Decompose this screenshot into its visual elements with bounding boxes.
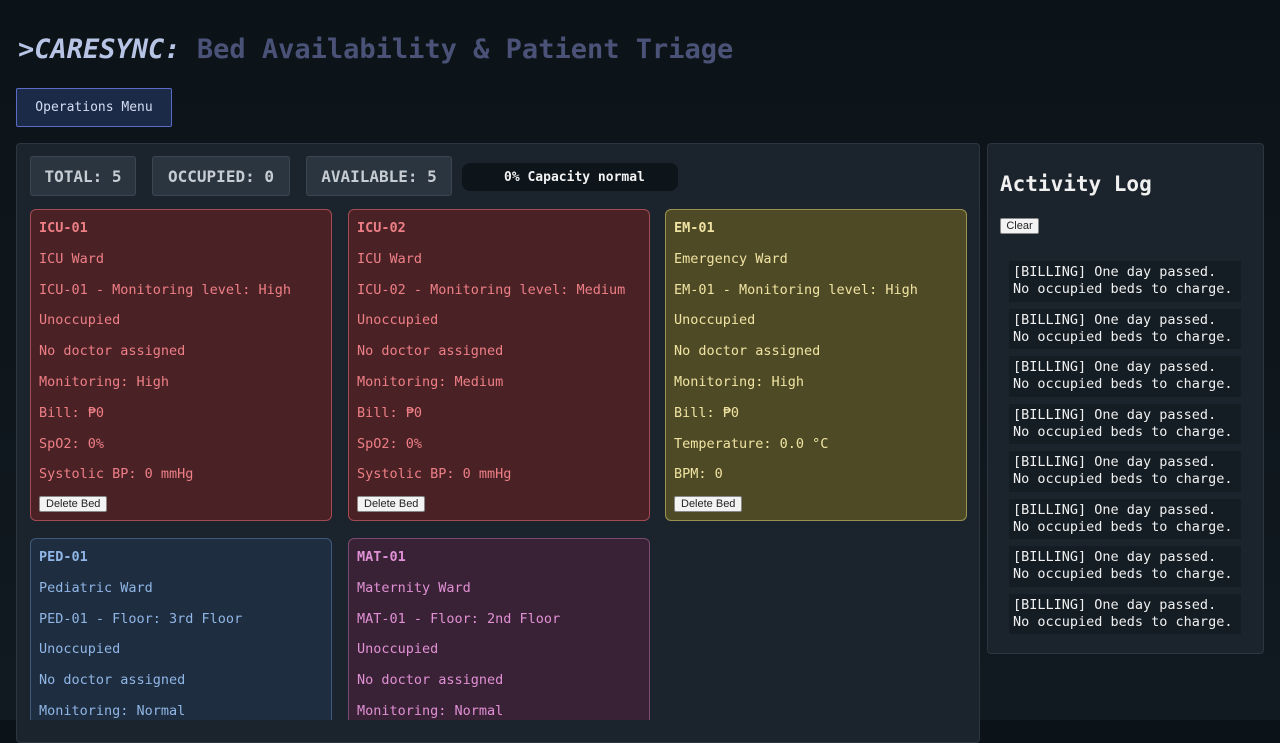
log-entry: [BILLING] One day passed. No occupied be… [1009,498,1241,539]
bed-detail: PED-01 - Floor: 3rd Floor [39,610,243,627]
bed-vital-bp: Systolic BP: 0 mmHg [39,466,194,483]
bed-monitoring: Monitoring: Normal [39,702,186,719]
brand-name: >CARESYNC: [18,34,181,65]
bed-card-icu-02: ICU-02 ICU Ward ICU-02 - Monitoring leve… [348,209,650,521]
bed-vital-spo2: SpO2: 0% [357,435,423,452]
activity-log-title: Activity Log [1000,172,1152,196]
bed-bill: Bill: ₱0 [39,404,105,421]
log-entry: [BILLING] One day passed. No occupied be… [1009,356,1241,397]
clear-log-button[interactable]: Clear [1000,218,1039,234]
bed-id: PED-01 [39,549,88,565]
bed-monitoring: Monitoring: High [674,373,805,390]
page-subtitle: Bed Availability & Patient Triage [196,34,734,65]
delete-bed-button[interactable]: Delete Bed [357,496,426,513]
bed-status: Unoccupied [674,312,756,329]
bed-vital-temperature: Temperature: 0.0 °C [674,435,829,452]
log-entry: [BILLING] One day passed. No occupied be… [1009,308,1241,349]
bed-ward: Pediatric Ward [39,579,153,596]
bed-ward: Maternity Ward [357,579,471,596]
page-title: >CARESYNC: Bed Availability & Patient Tr… [18,34,733,65]
delete-bed-button[interactable]: Delete Bed [674,496,743,513]
activity-log-list[interactable]: [BILLING] One day passed. No occupied be… [1009,261,1241,641]
log-entry: [BILLING] One day passed. No occupied be… [1009,593,1241,634]
bed-vital-bp: Systolic BP: 0 mmHg [357,466,512,483]
bed-ward: ICU Ward [357,250,423,267]
bed-status: Unoccupied [357,641,439,658]
bed-card-mat-01: MAT-01 Maternity Ward MAT-01 - Floor: 2n… [348,538,650,720]
bed-id: MAT-01 [357,549,406,565]
bed-bill: Bill: ₱0 [674,404,740,421]
log-entry: [BILLING] One day passed. No occupied be… [1009,403,1241,444]
bed-card-ped-01: PED-01 Pediatric Ward PED-01 - Floor: 3r… [30,538,332,720]
operations-menu-button[interactable]: Operations Menu [16,88,172,127]
bed-id: ICU-02 [357,220,406,236]
bed-card-em-01: EM-01 Emergency Ward EM-01 - Monitoring … [665,209,967,521]
capacity-indicator: 0% Capacity normal [462,163,678,191]
bed-monitoring: Monitoring: Medium [357,373,504,390]
log-entry: [BILLING] One day passed. No occupied be… [1009,261,1241,302]
bed-status: Unoccupied [39,312,121,329]
bed-doctor: No doctor assigned [357,672,504,689]
occupied-beds-stat: OCCUPIED: 0 [152,156,290,196]
bed-ward: Emergency Ward [674,250,788,267]
delete-bed-button[interactable]: Delete Bed [39,496,108,513]
bed-doctor: No doctor assigned [39,672,186,689]
bed-detail: MAT-01 - Floor: 2nd Floor [357,610,561,627]
bed-card-icu-01: ICU-01 ICU Ward ICU-01 - Monitoring leve… [30,209,332,521]
bed-doctor: No doctor assigned [674,343,821,360]
bed-status: Unoccupied [357,312,439,329]
bed-detail: EM-01 - Monitoring level: High [674,281,918,298]
bed-monitoring: Monitoring: High [39,373,170,390]
bed-vital-spo2: SpO2: 0% [39,435,105,452]
bed-id: EM-01 [674,220,715,236]
log-entry: [BILLING] One day passed. No occupied be… [1009,546,1241,587]
bed-vital-bpm: BPM: 0 [674,466,723,483]
bed-doctor: No doctor assigned [39,343,186,360]
bed-id: ICU-01 [39,220,88,236]
bed-ward: ICU Ward [39,250,105,267]
bed-detail: ICU-01 - Monitoring level: High [39,281,291,298]
bed-status: Unoccupied [39,641,121,658]
available-beds-stat: AVAILABLE: 5 [306,156,452,196]
log-entry: [BILLING] One day passed. No occupied be… [1009,451,1241,492]
bed-monitoring: Monitoring: Normal [357,702,504,719]
total-beds-stat: TOTAL: 5 [30,156,136,196]
bed-detail: ICU-02 - Monitoring level: Medium [357,281,626,298]
bed-doctor: No doctor assigned [357,343,504,360]
bed-bill: Bill: ₱0 [357,404,423,421]
